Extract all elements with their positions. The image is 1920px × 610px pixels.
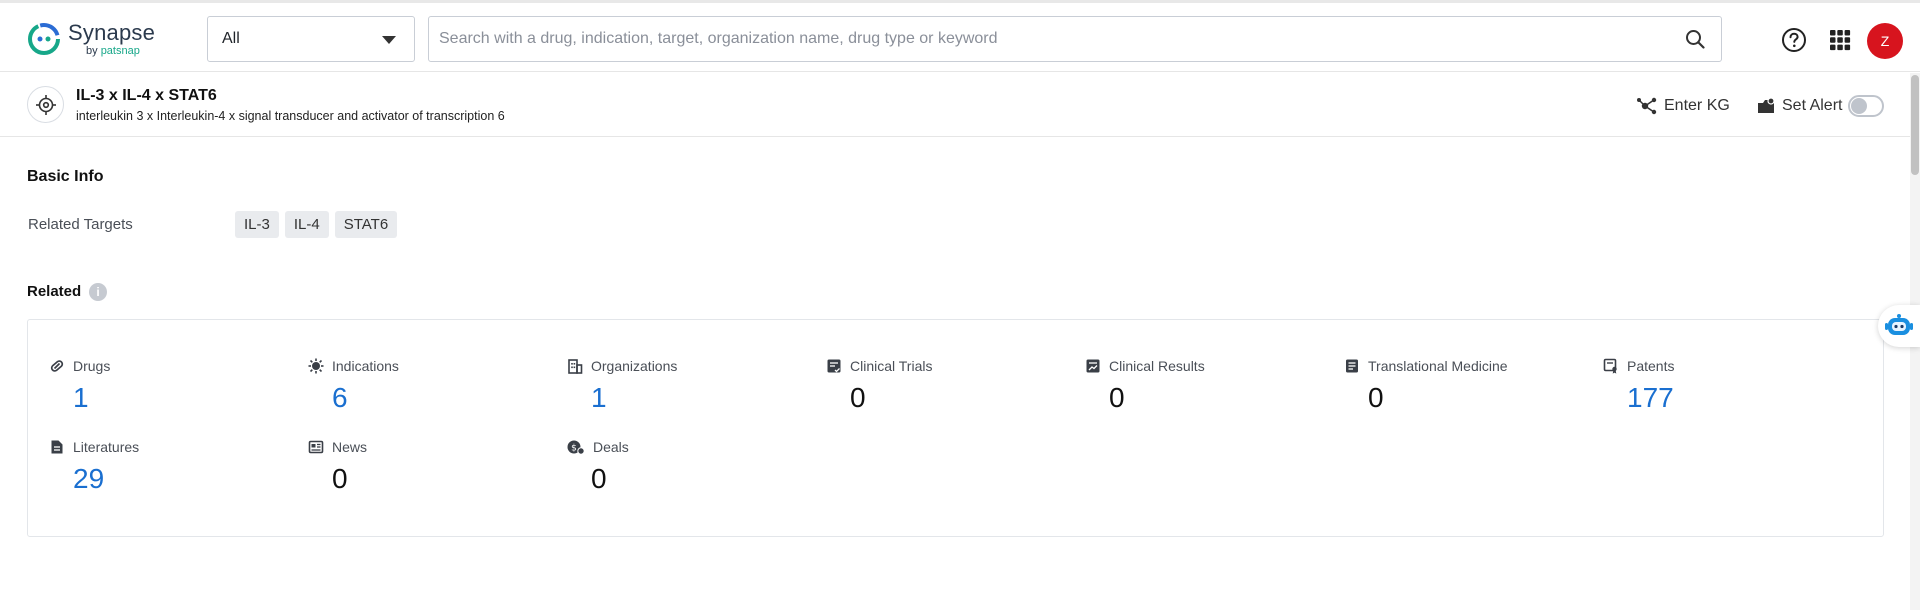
- related-targets-list: IL-3 IL-4 STAT6: [235, 211, 397, 238]
- stat-value[interactable]: 177: [1627, 382, 1674, 414]
- set-alert-label: Set Alert: [1782, 97, 1842, 115]
- stat-translational-medicine: Translational Medicine 0: [1344, 358, 1508, 414]
- knowledge-graph-icon: [1636, 95, 1658, 117]
- stat-literatures: Literatures 29: [49, 439, 139, 495]
- alert-icon: [1756, 96, 1776, 116]
- toggle-knob: [1851, 98, 1867, 114]
- stat-value: 0: [1109, 382, 1205, 414]
- virus-icon: [308, 358, 324, 374]
- logo-by: by: [86, 45, 101, 57]
- search-input[interactable]: [429, 17, 1659, 61]
- target-icon: [27, 86, 64, 123]
- pill-icon: [49, 358, 65, 374]
- help-icon[interactable]: [1781, 27, 1807, 53]
- target-header-bar: IL-3 x IL-4 x STAT6 interleukin 3 x Inte…: [0, 73, 1910, 137]
- stat-value[interactable]: 6: [332, 382, 399, 414]
- document-icon: [49, 439, 65, 455]
- stat-label: Indications: [332, 358, 399, 374]
- patent-icon: [1603, 358, 1619, 374]
- enter-kg-button[interactable]: Enter KG: [1636, 95, 1730, 117]
- search-box: [428, 16, 1722, 62]
- stat-value: 0: [591, 463, 629, 495]
- synapse-logo[interactable]: Synapse by patsnap: [26, 21, 155, 57]
- stat-label: News: [332, 439, 367, 455]
- target-chip[interactable]: IL-3: [235, 211, 279, 238]
- stat-clinical-trials: Clinical Trials 0: [826, 358, 932, 414]
- search-icon[interactable]: [1685, 29, 1705, 49]
- set-alert-control[interactable]: Set Alert: [1756, 95, 1884, 117]
- stat-label: Clinical Results: [1109, 358, 1205, 374]
- assistant-bot-button[interactable]: [1878, 305, 1920, 347]
- user-avatar[interactable]: Z: [1867, 23, 1903, 59]
- enter-kg-label: Enter KG: [1664, 97, 1730, 115]
- stat-deals: $ Deals 0: [567, 439, 629, 495]
- deal-icon: $: [567, 439, 585, 455]
- logo-brand: patsnap: [101, 45, 140, 57]
- stat-value: 0: [850, 382, 932, 414]
- stat-organizations: Organizations 1: [567, 358, 677, 414]
- stat-drugs: Drugs 1: [49, 358, 110, 414]
- scrollbar-thumb[interactable]: [1911, 75, 1919, 175]
- stat-label: Translational Medicine: [1368, 358, 1508, 374]
- stat-label: Organizations: [591, 358, 677, 374]
- page-subtitle: interleukin 3 x Interleukin-4 x signal t…: [76, 109, 505, 123]
- robot-icon: [1884, 313, 1914, 339]
- related-stats-card: Drugs 1 Indications 6 Organizations 1 Cl…: [27, 319, 1884, 537]
- stat-label: Clinical Trials: [850, 358, 932, 374]
- stat-news: News 0: [308, 439, 367, 495]
- stat-value: 0: [332, 463, 367, 495]
- stat-value[interactable]: 1: [73, 382, 110, 414]
- stat-value[interactable]: 29: [73, 463, 139, 495]
- book-icon: [1344, 358, 1360, 374]
- related-heading: Related: [27, 283, 81, 300]
- newspaper-icon: [308, 439, 324, 455]
- basic-info-heading: Basic Info: [27, 168, 103, 186]
- chart-doc-icon: [1085, 358, 1101, 374]
- info-icon[interactable]: i: [89, 283, 107, 301]
- stat-value[interactable]: 1: [591, 382, 677, 414]
- target-crosshair-icon: [35, 94, 57, 116]
- stat-patents: Patents 177: [1603, 358, 1674, 414]
- stat-label: Deals: [593, 439, 629, 455]
- set-alert-toggle[interactable]: [1848, 95, 1884, 117]
- logo-byline: by patsnap: [86, 45, 155, 57]
- page-title: IL-3 x IL-4 x STAT6: [76, 87, 217, 105]
- stat-indications: Indications 6: [308, 358, 399, 414]
- synapse-logo-icon: [26, 21, 62, 57]
- stat-clinical-results: Clinical Results 0: [1085, 358, 1205, 414]
- apps-grid-icon[interactable]: [1827, 27, 1853, 53]
- stat-label: Patents: [1627, 358, 1674, 374]
- building-icon: [567, 358, 583, 374]
- caret-down-icon: [382, 36, 396, 44]
- target-chip[interactable]: IL-4: [285, 211, 329, 238]
- search-scope-select[interactable]: All: [207, 16, 415, 62]
- target-chip[interactable]: STAT6: [335, 211, 397, 238]
- related-targets-label: Related Targets: [28, 216, 133, 233]
- stat-label: Drugs: [73, 358, 110, 374]
- svg-text:$: $: [571, 444, 577, 454]
- clipboard-icon: [826, 358, 842, 374]
- stat-value: 0: [1368, 382, 1508, 414]
- logo-title: Synapse: [68, 21, 155, 45]
- top-navigation-bar: Synapse by patsnap All Z: [0, 0, 1920, 72]
- search-scope-value: All: [222, 30, 240, 48]
- stat-label: Literatures: [73, 439, 139, 455]
